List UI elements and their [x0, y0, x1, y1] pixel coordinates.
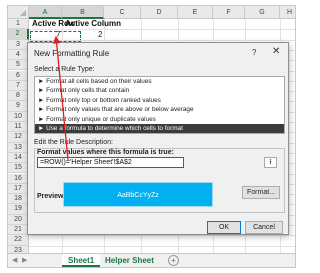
tab-scroll-right-icon[interactable]: ▶: [22, 256, 27, 264]
row-header[interactable]: 16: [8, 173, 29, 184]
column-header-f[interactable]: F: [213, 6, 245, 19]
row-header[interactable]: 14: [8, 152, 29, 164]
row-header[interactable]: 8: [8, 91, 29, 102]
rule-type-item[interactable]: ► Format only values that are above or b…: [35, 105, 284, 114]
tab-helper-sheet[interactable]: Helper Sheet: [99, 254, 160, 267]
row-header[interactable]: 5: [8, 60, 29, 71]
tab-scroll-left-icon[interactable]: ◀: [12, 256, 17, 264]
row-header[interactable]: 6: [8, 70, 29, 81]
column-header-d[interactable]: D: [141, 6, 178, 19]
row-header[interactable]: 17: [8, 183, 29, 195]
collapse-dialog-button[interactable]: ⭱: [264, 157, 277, 168]
row-header[interactable]: 21: [8, 225, 29, 236]
row-header[interactable]: 10: [8, 111, 29, 122]
row-header[interactable]: 19: [8, 204, 29, 215]
column-header-h[interactable]: H: [280, 6, 295, 19]
cell-b1[interactable]: Active Column: [65, 19, 121, 28]
row-header[interactable]: 23: [8, 245, 29, 253]
tab-sheet1[interactable]: Sheet1: [62, 254, 101, 267]
dialog-title: New Formatting Rule: [34, 49, 110, 58]
row-header[interactable]: 18: [8, 194, 29, 205]
row-header[interactable]: 2: [8, 29, 29, 40]
new-formatting-rule-dialog: New Formatting Rule ? ✕ Select a Rule Ty…: [27, 42, 289, 235]
row-header[interactable]: 7: [8, 80, 29, 92]
sheet-tab-bar: ◀ ▶ Sheet1 Helper Sheet +: [7, 254, 296, 268]
column-header-a[interactable]: A: [29, 6, 62, 19]
row-header[interactable]: 15: [8, 163, 29, 174]
add-sheet-button[interactable]: +: [168, 255, 179, 266]
formula-label: Format values where this formula is true…: [37, 149, 174, 156]
preview-label: Preview:: [37, 193, 66, 200]
row-header[interactable]: 4: [8, 49, 29, 61]
row-header[interactable]: 3: [8, 39, 29, 50]
column-header-e[interactable]: E: [178, 6, 213, 19]
range-select-icon: ⭱: [269, 159, 272, 166]
ok-button[interactable]: OK: [207, 221, 241, 234]
row-header[interactable]: 1: [8, 19, 29, 30]
column-header-b[interactable]: B: [62, 6, 104, 19]
rule-type-item[interactable]: ► Format only cells that contain: [35, 86, 284, 95]
rule-type-item-selected[interactable]: ► Use a formula to determine which cells…: [35, 123, 284, 134]
column-header-g[interactable]: G: [245, 6, 280, 19]
rule-type-list[interactable]: ► Format all cells based on their values…: [34, 76, 285, 134]
formula-input[interactable]: =ROW()='Helper Sheet'!$A$2: [37, 157, 184, 168]
select-rule-type-label: Select a Rule Type:: [34, 66, 95, 73]
row-header[interactable]: 12: [8, 132, 29, 143]
cell-b2[interactable]: 2: [98, 30, 102, 39]
rule-type-item[interactable]: ► Format all cells based on their values: [35, 77, 284, 86]
format-preview: AaBbCcYyZz: [63, 182, 213, 207]
row-header[interactable]: 9: [8, 101, 29, 112]
row-header[interactable]: 13: [8, 142, 29, 153]
cancel-button[interactable]: Cancel: [245, 221, 283, 234]
close-icon[interactable]: ✕: [272, 46, 280, 57]
column-header-c[interactable]: C: [104, 6, 141, 19]
select-all-corner[interactable]: [8, 6, 29, 19]
rule-type-item[interactable]: ► Format only top or bottom ranked value…: [35, 96, 284, 105]
format-button[interactable]: Format...: [242, 186, 280, 199]
edit-description-label: Edit the Rule Description:: [34, 139, 113, 146]
help-icon[interactable]: ?: [252, 48, 256, 57]
rule-type-item[interactable]: ► Format only unique or duplicate values: [35, 115, 284, 124]
row-header[interactable]: 11: [8, 122, 29, 133]
row-header[interactable]: 20: [8, 214, 29, 225]
row-header[interactable]: 22: [8, 235, 29, 246]
